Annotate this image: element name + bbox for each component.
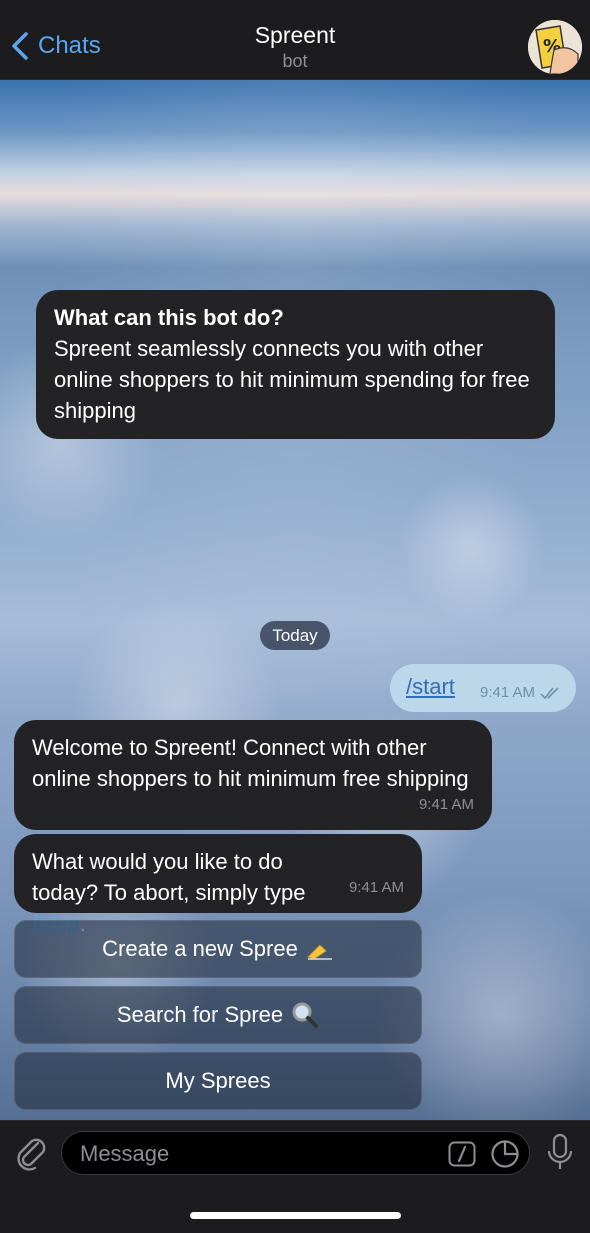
button-label: Create a new Spree — [102, 936, 298, 961]
outgoing-message: /start 9:41 AM — [390, 664, 576, 712]
button-label: My Sprees — [165, 1068, 271, 1093]
bot-avatar[interactable]: % — [528, 20, 582, 74]
attachment-icon[interactable] — [14, 1135, 48, 1171]
chat-header: Chats Spreent bot % — [0, 0, 590, 80]
sticker-icon[interactable] — [490, 1139, 520, 1169]
magnifier-icon — [291, 1001, 319, 1029]
microphone-icon[interactable] — [545, 1133, 575, 1173]
create-spree-button[interactable]: Create a new Spree — [14, 920, 422, 978]
bot-commands-icon[interactable] — [448, 1141, 476, 1167]
double-check-icon — [540, 687, 559, 700]
writing-hand-icon — [306, 937, 334, 961]
bot-description-text: Spreent seamlessly connects you with oth… — [54, 336, 530, 423]
button-label: Search for Spree — [116, 1002, 284, 1027]
message-text-part: What would you like to do today? To abor… — [32, 849, 306, 905]
date-separator: Today — [260, 621, 330, 650]
incoming-message: What would you like to do today? To abor… — [14, 834, 422, 936]
chat-title: Spreent — [254, 22, 336, 48]
chat-title-block[interactable]: Spreent bot — [0, 22, 590, 72]
start-command-link[interactable]: /start — [406, 674, 455, 700]
incoming-message: Welcome to Spreent! Connect with other o… — [14, 720, 492, 830]
bot-description-title: What can this bot do? — [54, 305, 284, 330]
message-field[interactable] — [61, 1131, 530, 1176]
bot-description-bubble: What can this bot do? Spreent seamlessly… — [36, 290, 555, 439]
chat-subtitle: bot — [282, 51, 308, 71]
message-input[interactable] — [78, 1132, 442, 1176]
percent-tag-icon: % — [528, 20, 582, 74]
message-time: 9:41 AM — [480, 684, 536, 701]
message-time: 9:41 AM — [418, 796, 474, 813]
message-time: 9:41 AM — [348, 879, 404, 896]
search-spree-button[interactable]: Search for Spree — [14, 986, 422, 1044]
my-sprees-button[interactable]: My Sprees — [14, 1052, 422, 1110]
message-text: Welcome to Spreent! Connect with other o… — [32, 735, 469, 791]
home-indicator[interactable] — [190, 1212, 401, 1219]
